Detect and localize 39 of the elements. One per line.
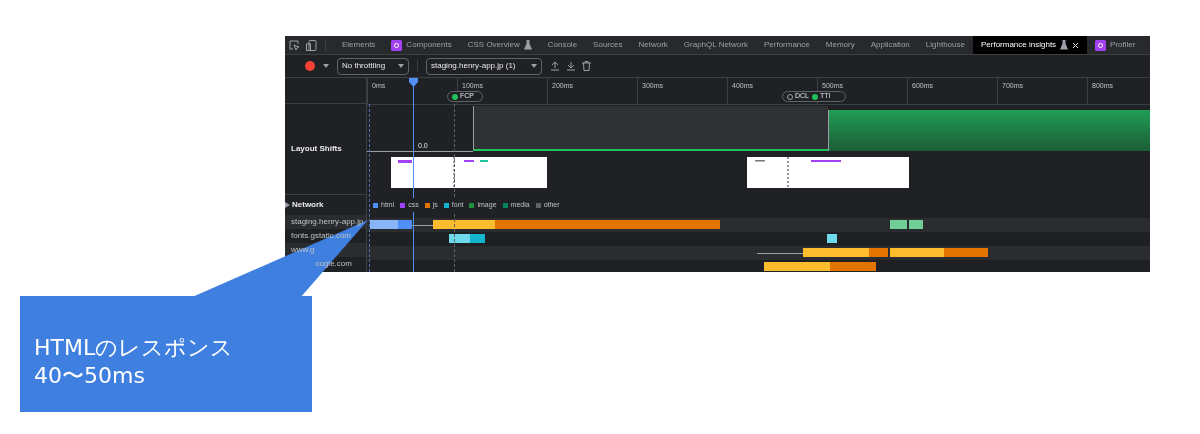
- request-bar[interactable]: [449, 234, 470, 243]
- flask-icon: [523, 40, 532, 50]
- playhead-handle[interactable]: [409, 78, 418, 87]
- panel-tab[interactable]: Elements: [334, 36, 384, 54]
- expand-icon[interactable]: [285, 202, 290, 208]
- callout-text: 40〜50ms: [34, 362, 146, 390]
- recording-dropdown[interactable]: staging.henry-app.jp (1): [426, 57, 542, 75]
- panel-tab[interactable]: Network: [630, 36, 676, 54]
- host-label: staging.henry-app.jp: [291, 216, 364, 228]
- track-title: Network: [292, 199, 324, 211]
- record-button[interactable]: [305, 61, 315, 71]
- panel-tab[interactable]: Memory: [817, 36, 863, 54]
- request-whisker: [412, 225, 433, 226]
- download-icon[interactable]: [566, 61, 576, 71]
- panel-tab[interactable]: Performance insights: [972, 36, 1088, 54]
- caret-icon[interactable]: [323, 64, 329, 68]
- panel-tab[interactable]: CSS Overview: [459, 36, 540, 54]
- callout-text: HTMLのレスポンス: [34, 334, 235, 362]
- track-title: Layout Shifts: [291, 143, 342, 155]
- request-whisker: [757, 253, 803, 254]
- trash-icon[interactable]: [582, 61, 591, 71]
- device-icon[interactable]: [306, 39, 317, 51]
- extension-icon: [391, 39, 403, 51]
- panel-tab[interactable]: Console: [539, 36, 586, 54]
- caret-icon: [531, 64, 537, 68]
- throttling-dropdown[interactable]: No throttling: [337, 57, 409, 75]
- panel-tab[interactable]: Sources: [585, 36, 631, 54]
- flask-icon: [1060, 40, 1069, 50]
- panel-tab[interactable]: Components: [383, 36, 460, 54]
- close-icon[interactable]: [1072, 41, 1080, 49]
- panel-tab[interactable]: Application: [862, 36, 918, 54]
- caret-icon: [398, 64, 404, 68]
- extension-icon: [1095, 39, 1107, 51]
- panel-tab[interactable]: Profiler: [1087, 36, 1144, 54]
- upload-icon[interactable]: [550, 61, 560, 71]
- panel-tab[interactable]: Lighthouse: [917, 36, 973, 54]
- inspect-icon[interactable]: [289, 39, 300, 51]
- panel-tab[interactable]: GraphQL Network: [675, 36, 756, 54]
- panel-tab[interactable]: Performance: [755, 36, 818, 54]
